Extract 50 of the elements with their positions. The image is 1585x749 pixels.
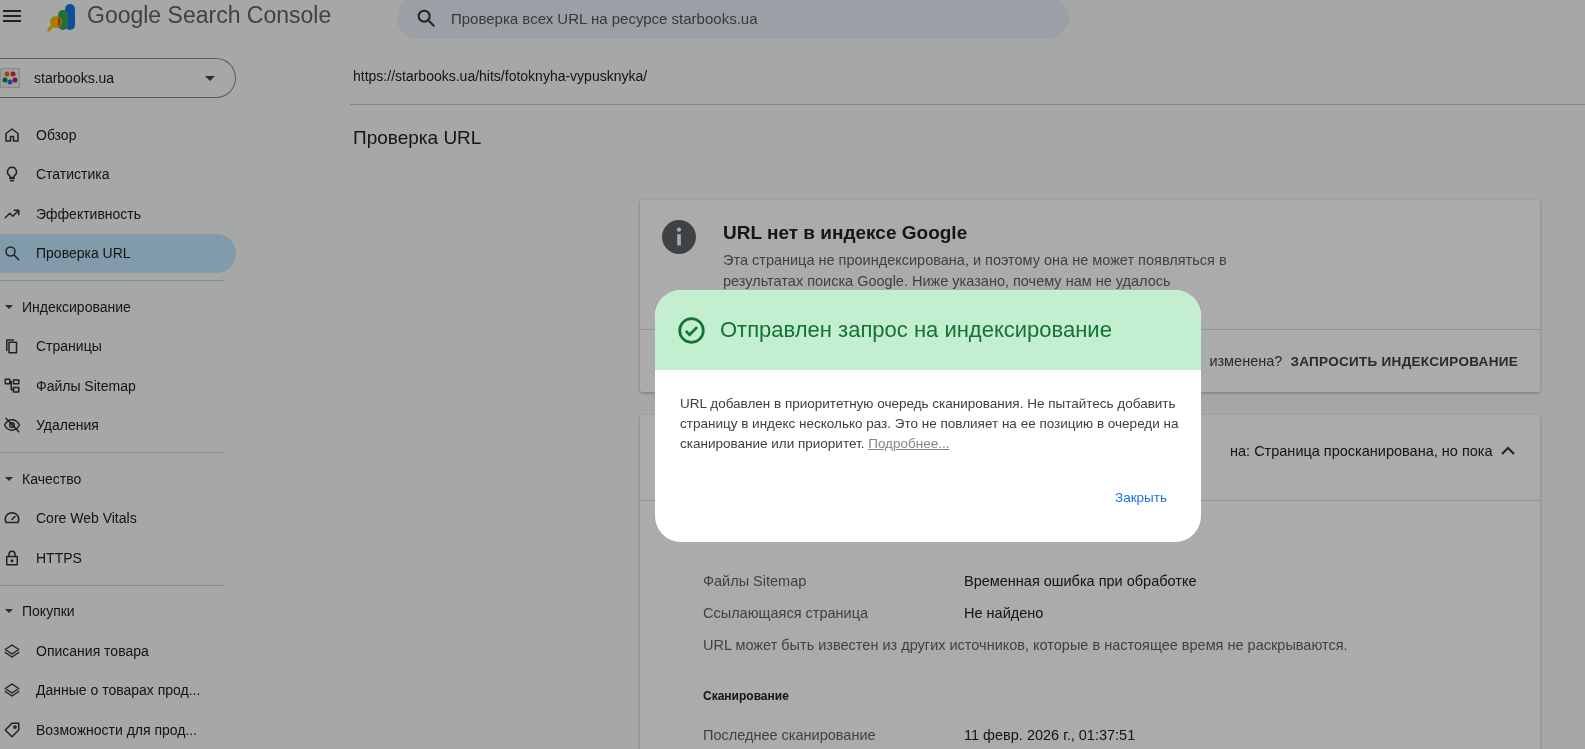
nav-item[interactable]: Возможности для прод... xyxy=(0,710,236,749)
eye-off-icon xyxy=(3,416,21,435)
lock-icon xyxy=(3,548,21,567)
sitemap-icon xyxy=(3,376,21,395)
status-description: Эта страница не проиндексирована, и поэтому она не может появляться в результатах поиска Google. Ниже указано, почему нам не удалось xyxy=(723,251,1228,291)
section-heading: Сканирование xyxy=(703,689,790,703)
field-value: Не найдено xyxy=(964,605,1044,621)
learn-more-link[interactable]: Подробнее... xyxy=(868,436,950,451)
section-header[interactable]: Покупки xyxy=(0,591,236,631)
note-text: URL может быть известен из других источников, которые в настоящее время не раскрываются. xyxy=(703,636,1349,655)
field-label: Файлы Sitemap xyxy=(703,573,808,589)
close-button[interactable]: Закрыть xyxy=(1115,486,1167,509)
check-circle-icon xyxy=(678,316,705,344)
nav-item[interactable]: Обзор xyxy=(0,115,236,155)
field-value: 11 февр. 2026 г., 01:37:51 xyxy=(964,727,1136,743)
nav-item[interactable]: Страницы xyxy=(0,326,236,366)
layers-icon xyxy=(3,641,21,660)
menu-icon[interactable] xyxy=(3,10,21,22)
field-label: Ссылающаяся страница xyxy=(703,605,869,621)
dialog-message: URL добавлен в приоритетную очередь сканирования. Не пытайтесь добавить страницу в индекс несколько раз. Это не повлияет на ее позицию в очереди на сканирование или приоритет. Подробнее... xyxy=(680,395,1180,453)
field-label: Последнее сканирование xyxy=(703,727,877,743)
chevron-up-icon[interactable] xyxy=(1501,446,1515,455)
nav-item[interactable]: Файлы Sitemap xyxy=(0,366,236,406)
field-value: Временная ошибка при обработке xyxy=(964,573,1197,589)
request-indexing-button[interactable]: ЗАПРОСИТЬ ИНДЕКСИРОВАНИЕ xyxy=(1290,345,1518,377)
search-icon xyxy=(3,244,21,263)
home-icon xyxy=(3,125,21,144)
section-header[interactable]: Индексирование xyxy=(0,287,236,327)
nav-item[interactable]: HTTPS xyxy=(0,538,236,578)
nav-item[interactable]: Проверка URL xyxy=(0,233,236,273)
info-icon xyxy=(662,220,696,254)
coverage-title: на: Страница просканирована, но пока xyxy=(1230,442,1493,459)
nav-item[interactable]: Статистика xyxy=(0,154,236,194)
section-header[interactable]: Качество xyxy=(0,459,236,499)
nav-item[interactable]: Core Web Vitals xyxy=(0,498,236,538)
inspected-url: https://starbooks.ua/hits/fotoknyha-vypusknyka/ xyxy=(353,68,649,84)
changed-question: изменена? xyxy=(1209,353,1283,369)
dialog-title: Отправлен запрос на индексирование xyxy=(720,317,1112,343)
nav-item[interactable]: Данные о товарах прод... xyxy=(0,670,236,710)
search-field[interactable]: Проверка всех URL на ресурсе starbooks.ua xyxy=(397,0,1069,39)
page-title: Проверка URL xyxy=(353,127,483,149)
app-name: Google Search Console xyxy=(87,1,333,29)
search-icon xyxy=(415,7,437,29)
nav-item[interactable]: Эффективность xyxy=(0,194,236,234)
nav-item[interactable]: Описания товара xyxy=(0,631,236,671)
tag-icon xyxy=(3,720,21,739)
layers-icon xyxy=(3,681,21,700)
status-title: URL нет в индексе Google xyxy=(723,222,969,244)
nav-item[interactable]: Удаления xyxy=(0,405,236,445)
caret-icon xyxy=(205,75,215,81)
